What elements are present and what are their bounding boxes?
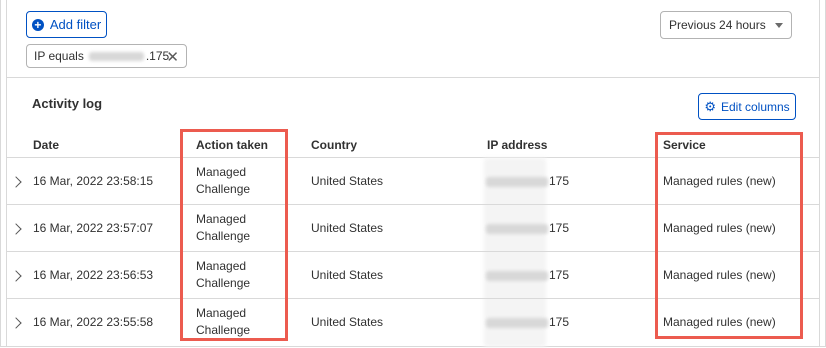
filter-chip-prefix: IP equals bbox=[34, 49, 84, 63]
edit-columns-label: Edit columns bbox=[720, 99, 790, 114]
country-cell: United States bbox=[311, 315, 384, 329]
country-cell: United States bbox=[311, 221, 384, 235]
column-header-date[interactable]: Date bbox=[33, 138, 59, 152]
add-filter-label: Add filter bbox=[49, 17, 102, 32]
gear-icon: ⚙ bbox=[704, 98, 716, 114]
redacted-ip bbox=[486, 223, 548, 234]
redacted-ip bbox=[88, 51, 144, 61]
ip-suffix: 175 bbox=[549, 174, 570, 188]
section-title: Activity log bbox=[32, 96, 103, 111]
service-highlight bbox=[655, 132, 803, 339]
add-filter-button[interactable]: + Add filter bbox=[26, 11, 107, 38]
ip-cell: 175 bbox=[486, 220, 569, 237]
ip-suffix: 175 bbox=[549, 315, 570, 329]
redacted-ip bbox=[486, 317, 548, 328]
column-header-country[interactable]: Country bbox=[311, 138, 357, 152]
close-icon[interactable]: ✕ bbox=[166, 48, 179, 66]
column-header-ip[interactable]: IP address bbox=[487, 138, 547, 152]
plus-circle-icon: + bbox=[31, 18, 44, 31]
chevron-down-icon bbox=[775, 23, 783, 28]
action-taken-highlight bbox=[180, 129, 288, 341]
date-cell: 16 Mar, 2022 23:58:15 bbox=[33, 174, 154, 188]
ip-suffix: 175 bbox=[549, 268, 570, 282]
time-range-value: Previous 24 hours bbox=[669, 18, 766, 32]
ip-suffix: 175 bbox=[549, 221, 570, 235]
redacted-ip bbox=[486, 176, 548, 187]
time-range-select[interactable]: Previous 24 hours bbox=[660, 11, 792, 39]
date-cell: 16 Mar, 2022 23:57:07 bbox=[33, 221, 154, 235]
date-cell: 16 Mar, 2022 23:55:58 bbox=[33, 315, 154, 329]
country-cell: United States bbox=[311, 174, 384, 188]
edit-columns-button[interactable]: ⚙ Edit columns bbox=[698, 93, 796, 120]
country-cell: United States bbox=[311, 268, 384, 282]
ip-cell: 175 bbox=[486, 314, 569, 331]
redacted-ip bbox=[486, 270, 548, 281]
date-cell: 16 Mar, 2022 23:56:53 bbox=[33, 268, 154, 282]
filter-chip[interactable]: IP equals .175 ✕ bbox=[26, 44, 187, 68]
ip-cell: 175 bbox=[486, 267, 569, 284]
ip-cell: 175 bbox=[486, 173, 569, 190]
